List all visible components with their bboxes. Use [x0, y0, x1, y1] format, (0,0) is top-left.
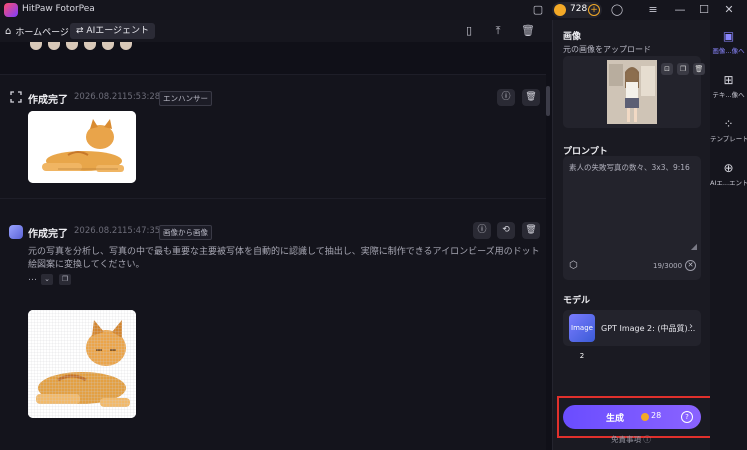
disclaimer-label: 免責事項: [611, 435, 641, 444]
close-icon[interactable]: ✕: [722, 3, 736, 17]
card-time: 15:47:35: [122, 226, 161, 236]
info-icon: ⓘ: [643, 435, 651, 444]
sidenav-item-image-to-image[interactable]: ▣ 画像...像へ: [710, 24, 747, 66]
credit-count: 728: [570, 4, 588, 14]
title-bar: HitPaw FotorPea ▢ 728 + ◯ ≡ — ☐ ✕: [0, 0, 747, 20]
delete-all-icon[interactable]: 🗑: [521, 24, 535, 38]
info-button[interactable]: ⓘ: [473, 222, 491, 239]
card-title: 作成完了: [28, 95, 68, 106]
model-section-title: モデル: [563, 296, 591, 306]
book-icon[interactable]: ▯: [462, 24, 476, 38]
card-type-tag: エンハンサー: [159, 91, 212, 106]
prompt-text: 素人の失敗写真の数々、3x3、9:16: [569, 163, 690, 172]
highlight-box: [557, 396, 712, 438]
ai-agent-icon: ⊕: [723, 161, 734, 175]
sidenav-item-ai-agent[interactable]: ⊕ AIエ...エント: [710, 156, 747, 198]
info-button[interactable]: ⓘ: [497, 89, 515, 106]
sidenav-label: 画像...像へ: [712, 47, 745, 55]
delete-button[interactable]: 🗑: [522, 222, 540, 239]
coin-icon: [554, 4, 566, 16]
maximize-icon[interactable]: ☐: [697, 3, 711, 17]
home-label: ホームページ: [15, 27, 69, 38]
expand-chevron-icon[interactable]: ⌄: [41, 274, 53, 285]
result-image[interactable]: [28, 310, 136, 418]
upload-image-area[interactable]: ⊡ ❐ 🗑: [563, 56, 705, 128]
sidenav-item-template[interactable]: ⁘ テンプレート: [710, 112, 747, 154]
prompt-description: 元の写真を分析し、写真の中で最も重要な主要被写体を自動的に認識して抽出し、実際に…: [28, 247, 540, 270]
scroll-top-icon[interactable]: ⤒: [491, 24, 505, 38]
card-title: 作成完了: [28, 229, 68, 240]
image-section-title: 画像: [563, 32, 582, 42]
card-date: 2026.08.21: [74, 92, 123, 102]
result-image[interactable]: [28, 111, 136, 183]
tab-ai-agent[interactable]: ⇄ AIエージェント: [70, 23, 156, 39]
generation-panel: 画像 元の画像をアップロード ⊡ ❐ 🗑 プロンプト 素人の失敗写真の数々、3x…: [552, 20, 710, 450]
previous-image-strip: [28, 42, 136, 50]
template-icon: ⁘: [723, 117, 734, 131]
prompt-input[interactable]: 素人の失敗写真の数々、3x3、9:16 ◢ ⬡ 19/3000 ✕: [563, 156, 701, 280]
chat-history[interactable]: 作成完了 2026.08.21 15:53:28 エンハンサー ⓘ 🗑 作成完了…: [0, 42, 552, 450]
agent-tab-label: AIエージェント: [86, 26, 150, 36]
enhance-icon: [10, 91, 22, 103]
cube-icon[interactable]: ⬡: [569, 260, 578, 271]
side-nav: ▣ 画像...像へ ⊞ テキ...像へ ⁘ テンプレート ⊕ AIエ...エント: [710, 20, 747, 450]
minimize-icon[interactable]: —: [673, 3, 687, 17]
ellipsis: …: [28, 273, 37, 283]
top-nav: ⌂ ホームページ ⇄ AIエージェント ▯ ⤒ 🗑: [0, 20, 552, 42]
upload-label: 元の画像をアップロード: [563, 45, 651, 54]
cat-bead-pattern-image: [28, 310, 136, 418]
crop-icon[interactable]: ⊡: [661, 63, 673, 75]
chat-scrollbar[interactable]: [546, 86, 550, 116]
sidenav-item-text-to-image[interactable]: ⊞ テキ...像へ: [710, 68, 747, 110]
card-type-tag: 画像から画像: [159, 225, 212, 240]
card-date: 2026.08.21: [74, 226, 123, 236]
app-logo-icon: [4, 3, 18, 17]
resize-handle-icon[interactable]: ◢: [691, 242, 697, 251]
model-selector[interactable]: Image 2 GPT Image 2: (中品質)... ›: [563, 310, 701, 360]
copy-icon[interactable]: ❐: [59, 274, 71, 285]
image-to-image-icon: [9, 225, 23, 239]
delete-button[interactable]: 🗑: [522, 89, 540, 106]
model-thumbnail: Image 2: [569, 314, 595, 360]
replace-icon[interactable]: ❐: [677, 63, 689, 75]
card-time: 15:53:28: [122, 92, 161, 102]
menu-icon[interactable]: ≡: [646, 3, 660, 17]
home-icon: ⌂: [5, 25, 12, 37]
credit-balance[interactable]: 728 +: [552, 2, 602, 18]
swap-icon: ⇄: [76, 26, 87, 36]
home-button[interactable]: ⌂ ホームページ: [5, 23, 69, 39]
model-name: GPT Image 2: (中品質)...: [601, 324, 696, 333]
sidenav-label: テンプレート: [710, 135, 747, 143]
regenerate-button[interactable]: ⟲: [497, 222, 515, 239]
chevron-right-icon: ›: [689, 321, 693, 332]
account-icon[interactable]: ◯: [610, 3, 624, 17]
app-title: HitPaw FotorPea: [22, 4, 95, 14]
disclaimer-link[interactable]: 免責事項 ⓘ: [611, 434, 651, 445]
history-icon[interactable]: ▢: [531, 3, 545, 17]
text-image-icon: ⊞: [723, 73, 734, 87]
image-plus-icon: ▣: [722, 29, 735, 43]
clear-prompt-icon[interactable]: ✕: [685, 260, 696, 271]
char-count: 19/3000: [653, 262, 683, 270]
sidenav-label: テキ...像へ: [712, 91, 745, 99]
sidenav-label: AIエ...エント: [710, 179, 747, 187]
delete-image-icon[interactable]: 🗑: [693, 63, 705, 75]
uploaded-image: [607, 60, 657, 124]
add-credits-icon[interactable]: +: [588, 4, 600, 16]
cat-pixel-image: [28, 111, 136, 183]
